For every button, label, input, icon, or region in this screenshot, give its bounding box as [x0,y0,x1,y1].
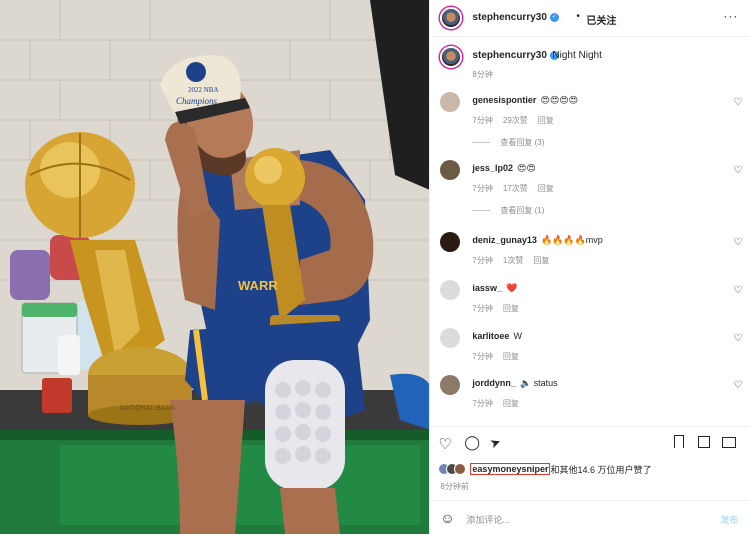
comment-text: 🔈 status [519,378,558,388]
caption-author-avatar[interactable] [440,46,463,68]
commenter-avatar[interactable] [440,280,461,300]
emoji-icon[interactable]: ☺ [440,510,454,526]
comment-time: 7分钟 [472,304,493,313]
caption-author-username[interactable]: stephencurry30 ✓ [472,50,559,61]
trophy-base-text: NATIONAL BASK [120,405,175,412]
post-header: stephencurry30 ✓ • 已关注 ··· [430,0,750,37]
reply-button[interactable]: 回复 [538,184,554,193]
post-comment-button[interactable]: 发布 [720,513,738,526]
comment-text: ❤️ [505,283,518,293]
comment-like-icon[interactable]: ♡ [733,97,742,108]
comment-text: 😍😍😍😍 [540,95,578,105]
commenter-username[interactable]: iassw_ ❤️ [472,283,517,294]
likes-count-text[interactable]: 和其他14.6 万位用户赞了 [550,463,651,476]
view-replies-button[interactable]: 查看回复 (1) [472,205,544,216]
comment-likes[interactable]: 29次赞 [503,116,528,125]
comment-likes[interactable]: 17次赞 [503,184,528,193]
comment-text: 😍😍 [516,163,536,173]
comment-input[interactable]: 添加评论... [466,513,510,526]
view-replies-button[interactable]: 查看回复 (3) [472,137,544,148]
reply-button[interactable]: 回复 [503,352,519,361]
post-timestamp[interactable]: 8分钟前 [440,481,468,492]
post-caption: stephencurry30 ✓ Night Night 8分钟 [430,40,750,82]
reply-button[interactable]: 回复 [533,256,549,265]
commenter-username[interactable]: genesispontier 😍😍😍😍 [472,95,578,106]
comment-meta: 7分钟 回复 [472,351,528,362]
comment-meta: 7分钟 17次赞 回复 [472,183,563,194]
comment-meta: 7分钟 29次赞 回复 [472,115,563,126]
like-heart-icon[interactable]: ♡ [438,435,451,453]
caption-time: 8分钟 [472,70,493,79]
commenter-avatar[interactable] [440,232,461,252]
more-options-icon[interactable]: ··· [723,9,738,23]
commenter-avatar[interactable] [440,375,461,395]
comment-meta: 7分钟 回复 [472,398,528,409]
author-username[interactable]: stephencurry30 ✓ [472,12,559,23]
comment-likes[interactable]: 1次赞 [503,256,523,265]
reply-button[interactable]: 回复 [503,399,519,408]
commenter-username[interactable]: karlitoee W [472,331,522,341]
following-button[interactable]: 已关注 [586,12,616,27]
comment-time: 7分钟 [472,116,493,125]
commenter-avatar[interactable] [440,328,461,348]
comment-time: 7分钟 [472,184,493,193]
comment-bubble-icon[interactable]: ◯ [464,434,480,451]
comment-text: 🔥🔥🔥🔥mvp [540,235,603,245]
comment-like-icon[interactable]: ♡ [733,333,742,344]
post-photo[interactable]: 2022 NBA Champions WARR NATIONAL BASK [0,0,430,534]
cap-text-line1: 2022 NBA [188,86,219,94]
reply-button[interactable]: 回复 [503,304,519,313]
replies-divider [472,142,491,144]
liker-avatar [454,463,467,475]
comment-like-icon[interactable]: ♡ [733,285,742,296]
jersey-text: WARR [238,278,278,293]
likes-summary: easymoneysniper 和其他14.6 万位用户赞了 [438,462,652,476]
comment-time: 7分钟 [472,399,493,408]
verified-badge-icon: ✓ [549,12,559,22]
comment-time: 7分钟 [472,352,493,361]
post-actions-bar: ♡ ◯ ➤ [430,426,750,461]
author-avatar[interactable] [440,7,463,29]
reply-button[interactable]: 回复 [538,116,554,125]
header-dot-separator: • [576,11,580,22]
comment-like-icon[interactable]: ♡ [733,380,742,391]
share-plane-icon[interactable]: ➤ [488,434,504,453]
replies-divider [472,210,491,212]
comment-meta: 7分钟 1次赞 回复 [472,255,559,266]
copy-icon[interactable] [698,436,711,448]
add-comment-bar: ☺ 添加评论... 发布 [430,500,750,535]
commenter-username[interactable]: jorddynn_ 🔈 status [472,378,557,389]
comment-text: W [513,331,522,341]
commenter-username[interactable]: jess_lp02 😍😍 [472,163,535,174]
cap-text-line2: Champions [176,96,218,106]
comment-meta: 7分钟 回复 [472,303,528,314]
comment-like-icon[interactable]: ♡ [733,237,742,248]
photo-illustration: 2022 NBA Champions WARR NATIONAL BASK [0,0,430,534]
save-bookmark-icon[interactable] [674,435,685,448]
commenter-username[interactable]: deniz_gunay13 🔥🔥🔥🔥mvp [472,235,602,246]
commenter-avatar[interactable] [440,160,461,180]
commenter-avatar[interactable] [440,92,461,112]
comment-time: 7分钟 [472,256,493,265]
instagram-post-view: 2022 NBA Champions WARR NATIONAL BASK st… [0,0,750,534]
post-side-panel: stephencurry30 ✓ • 已关注 ··· stephencurry30… [429,0,750,534]
liked-by-username[interactable]: easymoneysniper [470,463,551,475]
media-icon[interactable] [722,437,737,448]
comment-like-icon[interactable]: ♡ [733,165,742,176]
caption-text: Night Night [552,50,602,61]
